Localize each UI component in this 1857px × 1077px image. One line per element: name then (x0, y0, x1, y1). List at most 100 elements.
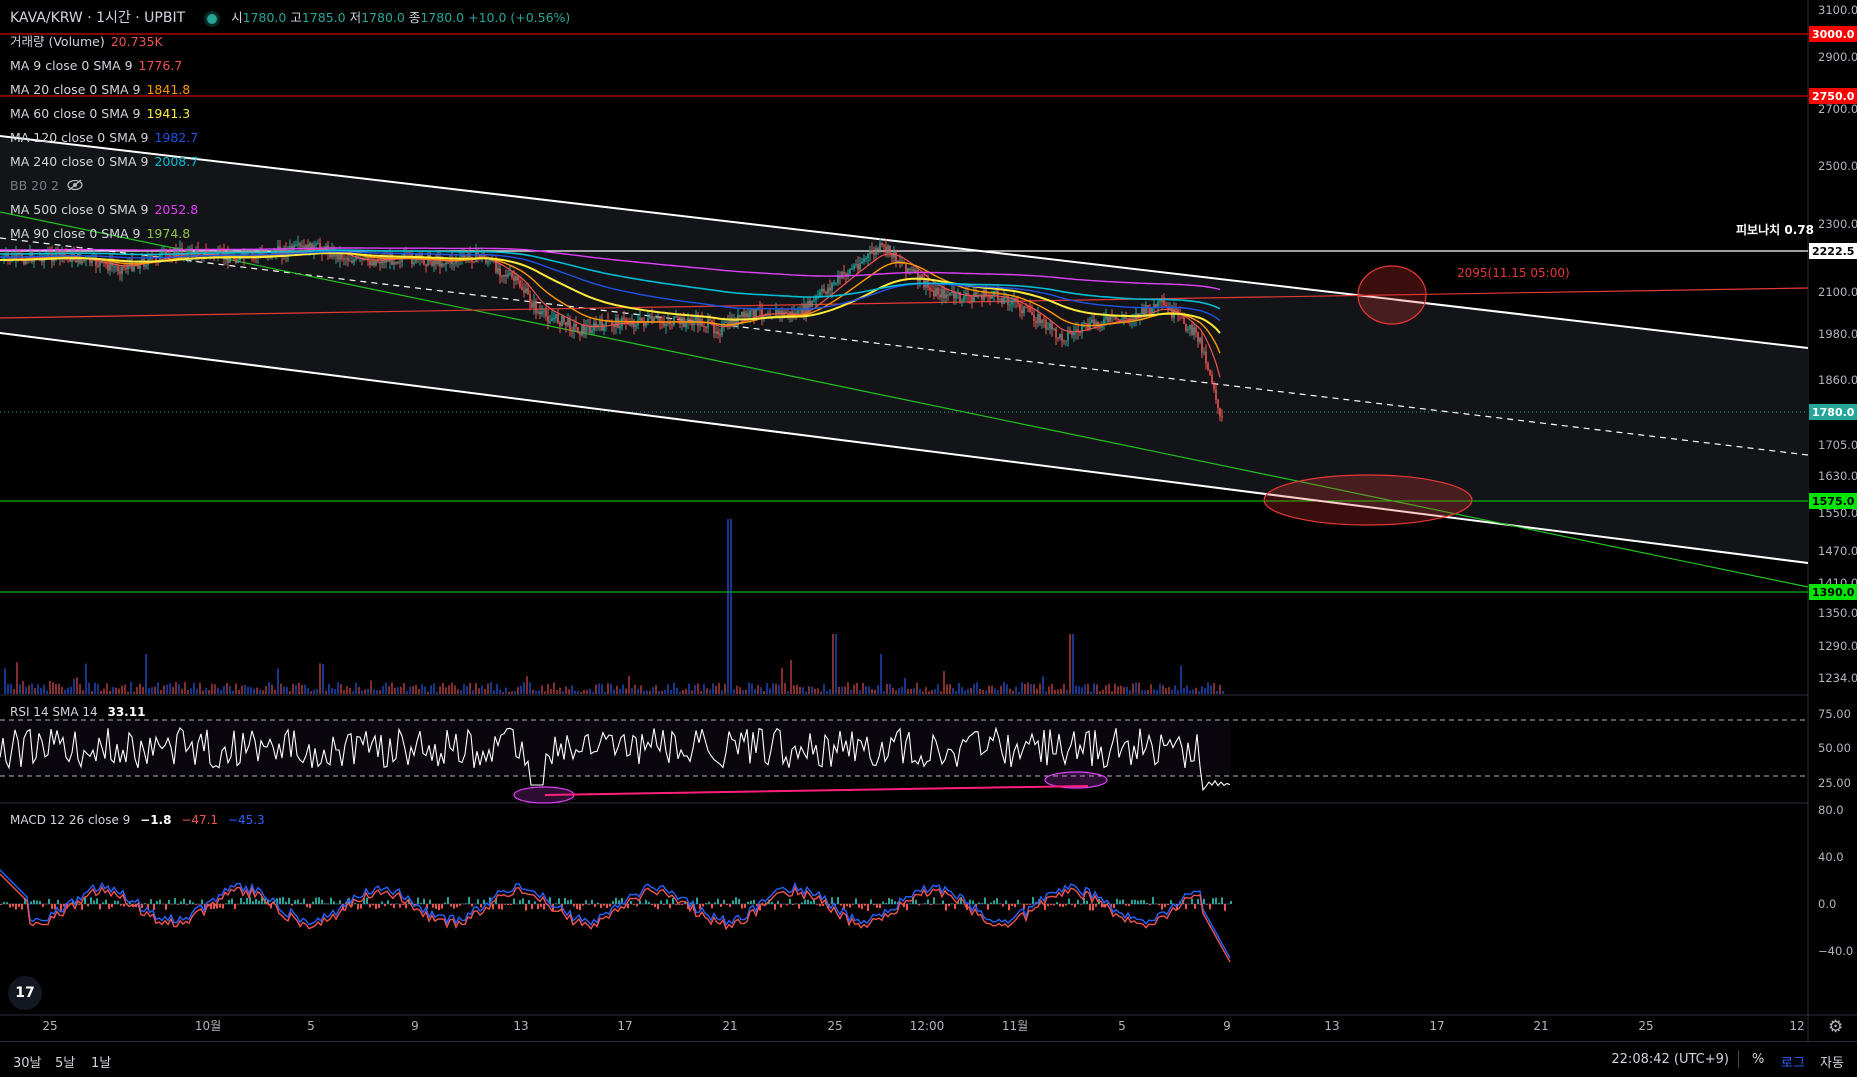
macd-histogram-bar (885, 903, 887, 904)
price-badge: 1390.0 (1809, 584, 1857, 600)
volume-bar (349, 688, 351, 694)
candle-body (345, 258, 347, 259)
hidden-eye-icon[interactable] (67, 175, 83, 199)
volume-bar (973, 684, 975, 694)
volume-bar (403, 683, 405, 694)
volume-bar (832, 634, 834, 694)
candle-body (507, 274, 509, 276)
volume-bar (64, 690, 66, 694)
volume-bar (22, 681, 24, 694)
candle-body (635, 325, 637, 327)
macd-histogram-bar (786, 904, 788, 905)
macd-histogram-bar (615, 898, 617, 904)
indicator-legend-row[interactable]: MA 240 close 0 SMA 92008.7 (10, 150, 570, 174)
volume-bar (238, 690, 240, 694)
candle-body (151, 255, 153, 256)
volume-bar (1159, 684, 1161, 694)
volume-bar (1204, 688, 1206, 694)
candle-body (1041, 320, 1043, 324)
volume-bar (817, 689, 819, 694)
macd-histogram-bar (1158, 904, 1160, 905)
volume-bar (598, 683, 600, 694)
volume-bar (1171, 690, 1173, 694)
macd-histogram-bar (858, 904, 860, 908)
macd-histogram-bar (627, 904, 629, 908)
candle-body (665, 324, 667, 326)
volume-bar (868, 686, 870, 694)
volume-bar (292, 684, 294, 694)
indicator-value: 1776.7 (139, 58, 183, 73)
volume-bar (574, 690, 576, 694)
candle-body (1083, 323, 1085, 324)
candle-body (539, 312, 541, 315)
candle-body (145, 265, 147, 266)
macd-histogram-bar (1080, 904, 1082, 905)
percent-scale-button[interactable]: % (1752, 1052, 1764, 1067)
range-30d-button[interactable]: 30날 (13, 1052, 42, 1071)
tradingview-logo-icon[interactable]: 17 (8, 976, 42, 1010)
candle-body (989, 296, 991, 298)
volume-bar (394, 688, 396, 694)
rsi-legend[interactable]: RSI 14 SMA 14 33.11 (10, 705, 145, 719)
macd-histogram-bar (663, 904, 665, 905)
candle-body (645, 323, 647, 326)
indicator-legend-row[interactable]: 거래량 (Volume)20.735K (10, 30, 570, 54)
candle-body (775, 310, 777, 317)
candle-body (1085, 323, 1087, 324)
volume-bar (976, 682, 978, 694)
symbol-title[interactable]: KAVA/KRW · 1시간 · UPBIT (10, 10, 185, 26)
settings-gear-icon[interactable]: ⚙ (1828, 1017, 1843, 1037)
candle-body (133, 266, 135, 270)
volume-bar (376, 690, 378, 694)
candle-body (677, 317, 679, 318)
macd-histogram-bar (6, 902, 8, 904)
candle-body (743, 312, 745, 317)
range-1d-button[interactable]: 1날 (91, 1052, 111, 1071)
indicator-legend-row[interactable]: MA 60 close 0 SMA 91941.3 (10, 102, 570, 126)
macd-histogram-bar (666, 899, 668, 904)
candle-body (531, 303, 533, 308)
macd-histogram-bar (522, 898, 524, 904)
indicator-legend-row[interactable]: MA 9 close 0 SMA 91776.7 (10, 54, 570, 78)
volume-bar (1135, 682, 1137, 694)
volume-bar (1144, 691, 1146, 694)
candle-body (395, 262, 397, 263)
macd-histogram-bar (483, 900, 485, 904)
macd-axis-tick: 80.0 (1818, 803, 1844, 817)
volume-bar (811, 687, 813, 694)
volume-bar (778, 685, 780, 694)
volume-bar (229, 686, 231, 694)
volume-bar (1153, 689, 1155, 694)
indicator-legend-row[interactable]: MA 120 close 0 SMA 91982.7 (10, 126, 570, 150)
candle-body (909, 269, 911, 270)
indicator-legend-row[interactable]: MA 90 close 0 SMA 91974.8 (10, 222, 570, 246)
candle-body (961, 301, 963, 302)
time-axis-label: 12:00 (910, 1019, 945, 1033)
time-axis-label: 9 (1223, 1019, 1231, 1033)
indicator-legend-row[interactable]: MA 20 close 0 SMA 91841.8 (10, 78, 570, 102)
macd-histogram-bar (0, 904, 2, 905)
macd-histogram-bar (669, 904, 671, 908)
macd-histogram-bar (591, 900, 593, 904)
macd-legend[interactable]: MACD 12 26 close 9 −1.8 −47.1 −45.3 (10, 813, 265, 827)
auto-scale-button[interactable]: 자동 (1820, 1052, 1844, 1071)
indicator-legend-row[interactable]: MA 500 close 0 SMA 92052.8 (10, 198, 570, 222)
price-axis-tick: 1234.0 (1818, 671, 1857, 685)
range-5d-button[interactable]: 5날 (55, 1052, 75, 1071)
macd-histogram-bar (78, 904, 80, 905)
candle-body (1009, 304, 1011, 305)
candle-body (1011, 301, 1013, 305)
candle-body (873, 253, 875, 255)
volume-bar (166, 685, 168, 694)
indicator-legend-row[interactable]: BB 20 2 (10, 174, 570, 198)
macd-histogram-bar (1152, 897, 1154, 904)
candle-body (571, 331, 573, 332)
candle-body (835, 283, 837, 284)
volume-bar (421, 684, 423, 694)
volume-bar (760, 687, 762, 694)
candle-body (375, 260, 377, 265)
macd-histogram-bar (1140, 900, 1142, 904)
log-scale-button[interactable]: 로그 (1781, 1052, 1805, 1071)
macd-histogram-bar (513, 899, 515, 904)
candle-body (1145, 305, 1147, 315)
